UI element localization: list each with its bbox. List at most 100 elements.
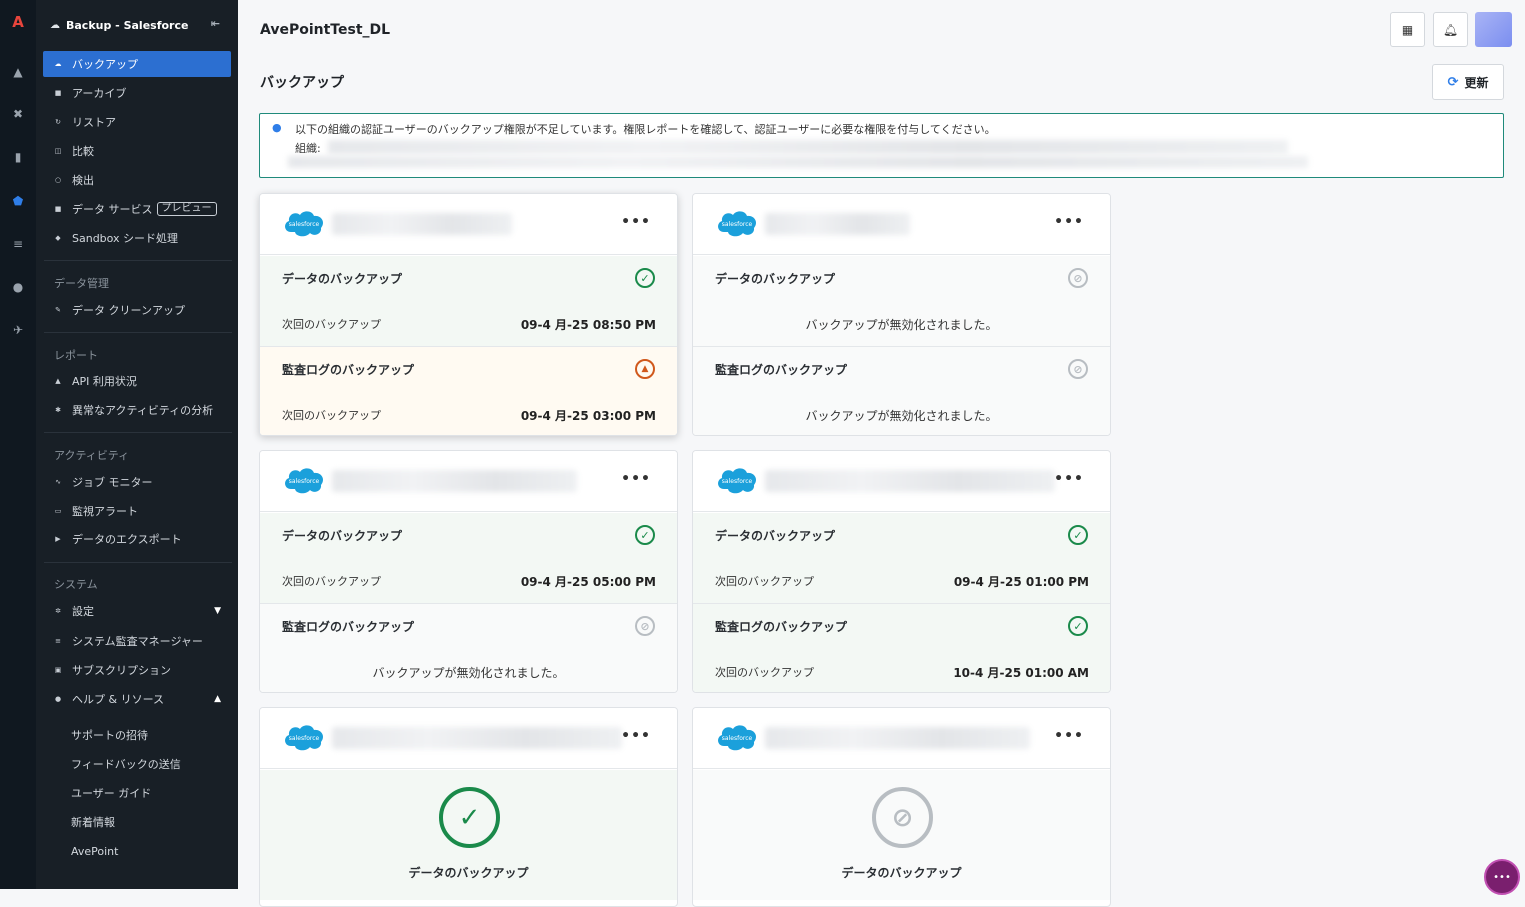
chat-icon[interactable]: ● xyxy=(0,275,36,299)
alert-icon[interactable]: ▲ xyxy=(0,60,36,84)
card-header: salesforce ••• xyxy=(693,194,1110,255)
audit-backup-section: 監査ログのバックアップ ▲ 次回のバックアップ 09-4 月-25 03:00 … xyxy=(260,347,677,435)
chatbot-button[interactable]: ••• xyxy=(1484,859,1520,895)
more-options-button[interactable]: ••• xyxy=(621,214,651,230)
salesforce-cloud-icon: ☁ xyxy=(50,19,60,31)
cloud-icon: ☁ xyxy=(54,60,62,68)
data-backup-section: データのバックアップ ⊘ バックアップが無効化されました。 xyxy=(693,256,1110,346)
divider xyxy=(44,260,232,261)
success-check-icon: ✓ xyxy=(635,525,655,545)
broom-icon: ✎ xyxy=(55,306,61,314)
sidebar-item-whats-new[interactable]: 新着情報 xyxy=(43,809,231,835)
book-icon[interactable]: ▮ xyxy=(0,145,36,169)
audit-backup-section: 監査ログのバックアップ ✓ 次回のバックアップ 10-4 月-25 01:00 … xyxy=(693,604,1110,692)
data-backup-section: データのバックアップ ✓ 次回のバックアップ 09-4 月-25 05:00 P… xyxy=(260,513,677,603)
data-backup-section: ⊘ データのバックアップ xyxy=(693,770,1110,900)
activity-icon: ∿ xyxy=(55,478,61,486)
app-name: Backup - Salesforce xyxy=(66,18,189,32)
app-header: ☁ Backup - Salesforce ⇤ xyxy=(50,14,228,36)
sidebar-item-help[interactable]: ● ヘルプ & リソース ▲ xyxy=(43,686,231,712)
sidebar-item-feedback[interactable]: フィードバックの送信 xyxy=(43,751,231,777)
warning-icon[interactable]: ▲ xyxy=(635,359,655,379)
sidebar-item-data-service[interactable]: ■ データ サービス プレビュー xyxy=(43,196,231,222)
sidebar-item-data-export[interactable]: ▶ データのエクスポート xyxy=(43,526,231,552)
refresh-button[interactable]: ⟳ 更新 xyxy=(1432,64,1504,100)
sidebar-item-sandbox[interactable]: ◆ Sandbox シード処理 xyxy=(43,225,231,251)
sidebar-item-invite-support[interactable]: サポートの招待 xyxy=(43,722,231,748)
data-backup-section: データのバックアップ ✓ 次回のバックアップ 09-4 月-25 08:50 P… xyxy=(260,256,677,346)
sidebar-item-detect[interactable]: ○ 検出 xyxy=(43,167,231,193)
sidebar-item-data-cleanup[interactable]: ✎ データ クリーンアップ xyxy=(43,297,231,323)
data-backup-section: データのバックアップ ✓ 次回のバックアップ 09-4 月-25 01:00 P… xyxy=(693,513,1110,603)
org-card: salesforce ••• ✓ データのバックアップ xyxy=(259,707,678,907)
sidebar-item-backup[interactable]: ☁ バックアップ xyxy=(43,51,231,77)
monitor-icon: ▭ xyxy=(54,507,62,515)
disabled-icon: ⊘ xyxy=(872,787,933,848)
divider xyxy=(44,562,232,563)
divider xyxy=(44,332,232,333)
sidebar-item-restore[interactable]: ↻ リストア xyxy=(43,109,231,135)
database-icon[interactable]: ≡ xyxy=(0,232,36,256)
sidebar-item-settings[interactable]: ✲ 設定 ▼ xyxy=(43,598,231,624)
sidebar-item-api-usage[interactable]: ▲ API 利用状況 xyxy=(43,368,231,394)
alert-message: 以下の組織の認証ユーザーのバックアップ権限が不足しています。権限レポートを確認し… xyxy=(295,123,996,136)
page-title: バックアップ xyxy=(260,75,344,91)
success-check-icon: ✓ xyxy=(635,268,655,288)
svg-text:salesforce: salesforce xyxy=(289,221,320,228)
more-options-button[interactable]: ••• xyxy=(621,471,651,487)
calendar-button[interactable]: ▦ xyxy=(1390,12,1425,47)
export-icon: ▶ xyxy=(55,535,61,543)
section-title-activity: アクティビティ xyxy=(54,449,130,462)
divider xyxy=(44,432,232,433)
compare-icon: ◫ xyxy=(54,147,62,155)
salesforce-logo-icon: salesforce xyxy=(285,211,324,237)
salesforce-logo-icon: salesforce xyxy=(718,468,757,494)
avatar[interactable] xyxy=(1475,12,1512,47)
chevron-down-icon: ▼ xyxy=(214,606,221,616)
chevron-up-icon: ▲ xyxy=(214,694,221,704)
chat-dots-icon: ••• xyxy=(1493,871,1511,883)
card-header: salesforce ••• xyxy=(260,194,677,255)
disabled-icon: ⊘ xyxy=(1068,359,1088,379)
success-check-icon: ✓ xyxy=(1068,616,1088,636)
plane-icon[interactable]: ✈ xyxy=(0,318,36,342)
avepoint-logo-icon[interactable]: A xyxy=(0,10,36,34)
sidebar-item-archive[interactable]: ■ アーカイブ xyxy=(43,80,231,106)
salesforce-logo-icon: salesforce xyxy=(285,468,324,494)
redacted-org-name xyxy=(765,727,1030,749)
next-backup-time: 09-4 月-25 08:50 PM xyxy=(520,318,656,332)
redacted-org-list xyxy=(288,156,1308,168)
more-options-button[interactable]: ••• xyxy=(1054,728,1084,744)
restore-icon: ↻ xyxy=(55,118,61,126)
svg-text:salesforce: salesforce xyxy=(722,478,753,485)
notification-button[interactable]: 🔔︎ xyxy=(1433,12,1468,47)
sidebar-item-subscription[interactable]: ▣ サブスクリプション xyxy=(43,657,231,683)
salesforce-logo-icon: salesforce xyxy=(718,725,757,751)
more-options-button[interactable]: ••• xyxy=(621,728,651,744)
next-backup-time: 10-4 月-25 01:00 AM xyxy=(953,666,1089,680)
shield-icon[interactable]: ⬟ xyxy=(0,189,36,213)
sidebar-item-monitor-alerts[interactable]: ▭ 監視アラート xyxy=(43,498,231,524)
help-icon: ● xyxy=(54,695,62,703)
more-options-button[interactable]: ••• xyxy=(1054,471,1084,487)
sidebar-item-compare[interactable]: ◫ 比較 xyxy=(43,138,231,164)
disabled-message: バックアップが無効化されました。 xyxy=(805,409,998,423)
icon-rail: A ▲ ✖ ▮ ⬟ ≡ ● ✈ xyxy=(0,0,36,889)
sidebar-item-user-guide[interactable]: ユーザー ガイド xyxy=(43,780,231,806)
search-icon: ○ xyxy=(54,176,62,184)
card-header: salesforce ••• xyxy=(693,451,1110,512)
more-options-button[interactable]: ••• xyxy=(1054,214,1084,230)
next-backup-time: 09-4 月-25 05:00 PM xyxy=(520,575,656,589)
section-title-reports: レポート xyxy=(54,349,98,362)
tools-icon[interactable]: ✖ xyxy=(0,102,36,126)
anomaly-icon: ✱ xyxy=(55,406,61,414)
sidebar-item-job-monitor[interactable]: ∿ ジョブ モニター xyxy=(43,469,231,495)
org-card: salesforce ••• データのバックアップ ✓ 次回のバックアップ 09… xyxy=(692,450,1111,693)
org-card: salesforce ••• ⊘ データのバックアップ xyxy=(692,707,1111,907)
gear-icon: ✲ xyxy=(55,607,61,615)
collapse-sidebar-icon[interactable]: ⇤ xyxy=(211,17,220,30)
sidebar-item-audit-manager[interactable]: ≡ システム監査マネージャー xyxy=(43,628,231,654)
subscription-icon: ▣ xyxy=(54,666,62,674)
sidebar-item-anomaly[interactable]: ✱ 異常なアクティビティの分析 xyxy=(43,397,231,423)
sidebar-item-avepoint[interactable]: AvePoint xyxy=(43,838,231,864)
